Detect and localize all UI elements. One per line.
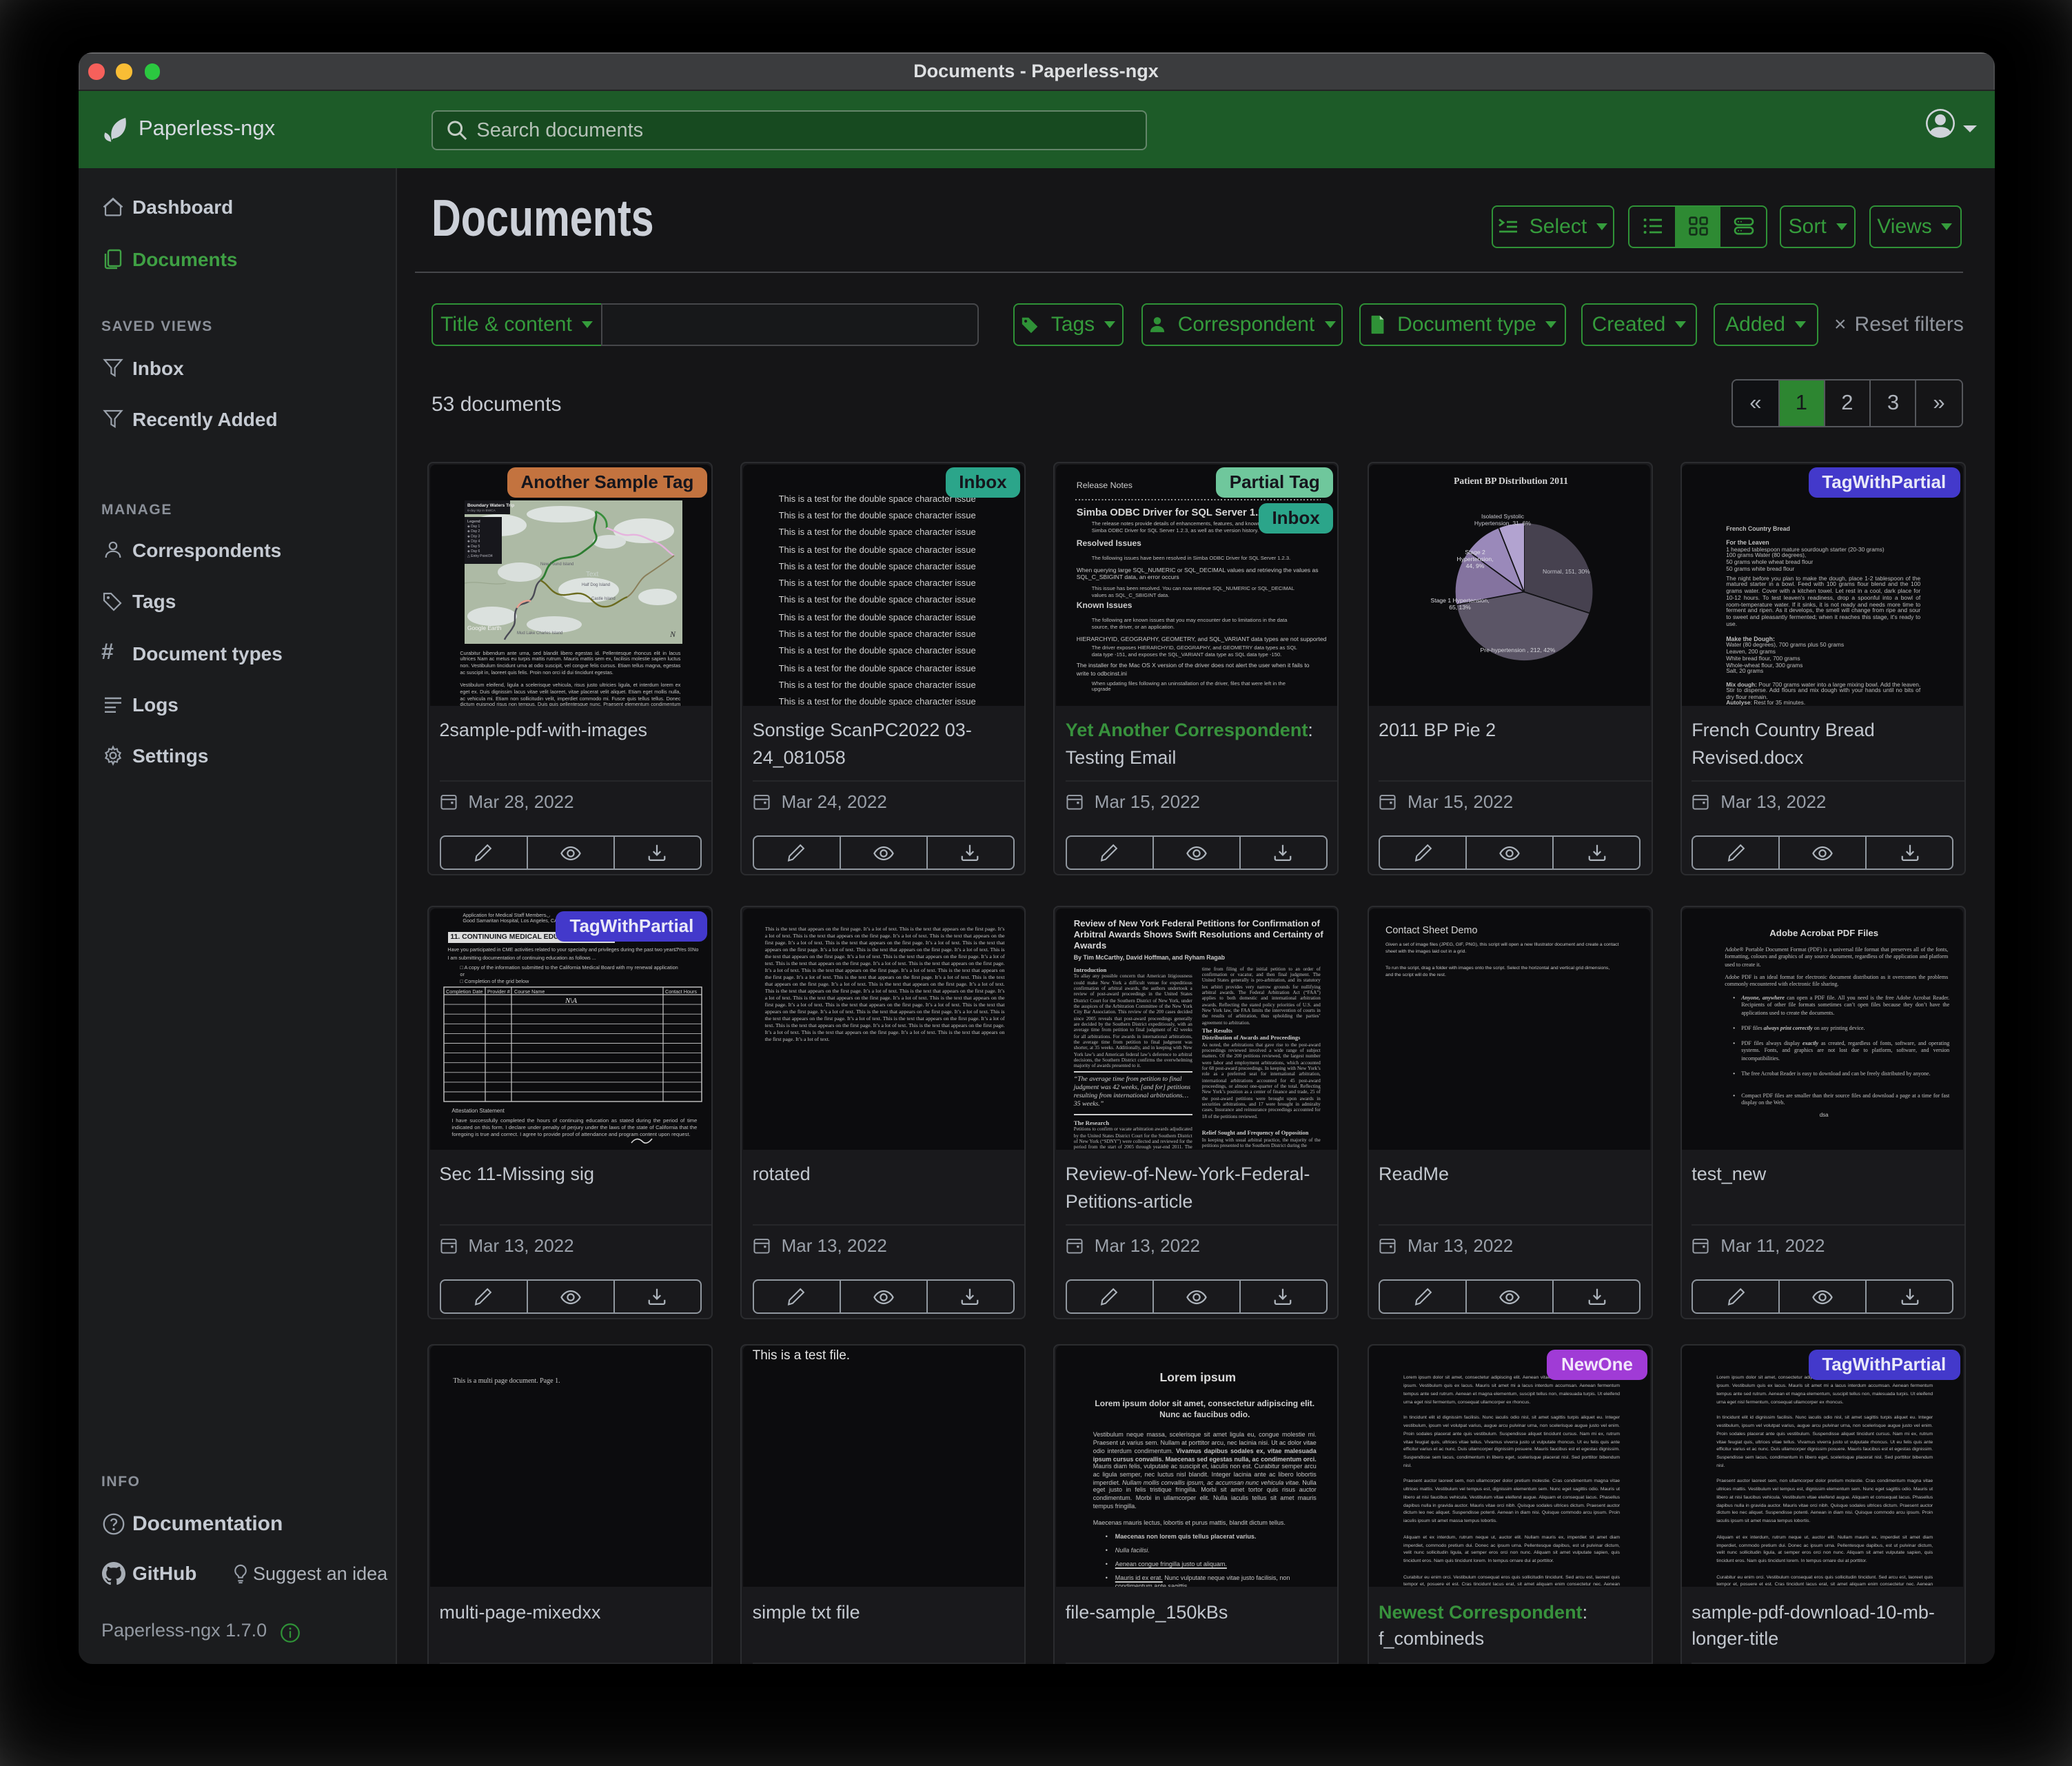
svg-text:Mud Lake Charles Island: Mud Lake Charles Island — [516, 631, 562, 635]
svg-text:New Found Island: New Found Island — [540, 562, 573, 566]
svg-text:Contact Hours: Contact Hours — [664, 988, 696, 994]
svg-text:Google Earth: Google Earth — [467, 624, 501, 631]
svg-text:Normal, 151, 30%: Normal, 151, 30% — [1543, 567, 1590, 574]
svg-text:△ Entry Point/34: △ Entry Point/34 — [467, 554, 492, 558]
svg-text:Castle Island: Castle Island — [591, 596, 615, 600]
svg-text:Stage 1 Hypertension,: Stage 1 Hypertension, — [1430, 596, 1489, 603]
svg-text:◈ Day 4: ◈ Day 4 — [467, 539, 480, 543]
svg-text:Stage 2: Stage 2 — [1465, 548, 1485, 555]
svg-text:◈ Day 3: ◈ Day 3 — [467, 534, 480, 538]
svg-text:44, 9%: 44, 9% — [1466, 562, 1485, 569]
svg-text:N: N — [669, 629, 676, 638]
svg-text:Pre-hypertension , 212, 42%: Pre-hypertension , 212, 42% — [1481, 646, 1556, 653]
svg-text:Hypertension, 31, 6%: Hypertension, 31, 6% — [1474, 519, 1532, 526]
svg-text:◈ Day 5: ◈ Day 5 — [467, 544, 480, 548]
svg-text:65, 13%: 65, 13% — [1449, 603, 1471, 610]
svg-text:Half Dog Island: Half Dog Island — [581, 582, 609, 587]
svg-text:Isolated Systolic: Isolated Systolic — [1481, 512, 1525, 519]
svg-text:6-day trip in BWCA: 6-day trip in BWCA — [467, 508, 496, 512]
svg-text:Completion Date: Completion Date — [445, 988, 483, 994]
svg-text:◈ Day 6: ◈ Day 6 — [467, 549, 480, 553]
svg-text:Boundary Waters Trip: Boundary Waters Trip — [467, 503, 514, 507]
svg-text:◈ Day 1: ◈ Day 1 — [467, 524, 480, 528]
svg-text:Course Name: Course Name — [514, 988, 544, 994]
svg-text:Legend: Legend — [467, 519, 480, 523]
svg-text:Provider #: Provider # — [487, 988, 509, 994]
svg-text:N\A: N\A — [564, 996, 576, 1004]
svg-text:◈ Day 2: ◈ Day 2 — [467, 529, 480, 534]
svg-text:Hypertension,: Hypertension, — [1456, 555, 1493, 562]
svg-text:Text: Text — [585, 570, 598, 578]
